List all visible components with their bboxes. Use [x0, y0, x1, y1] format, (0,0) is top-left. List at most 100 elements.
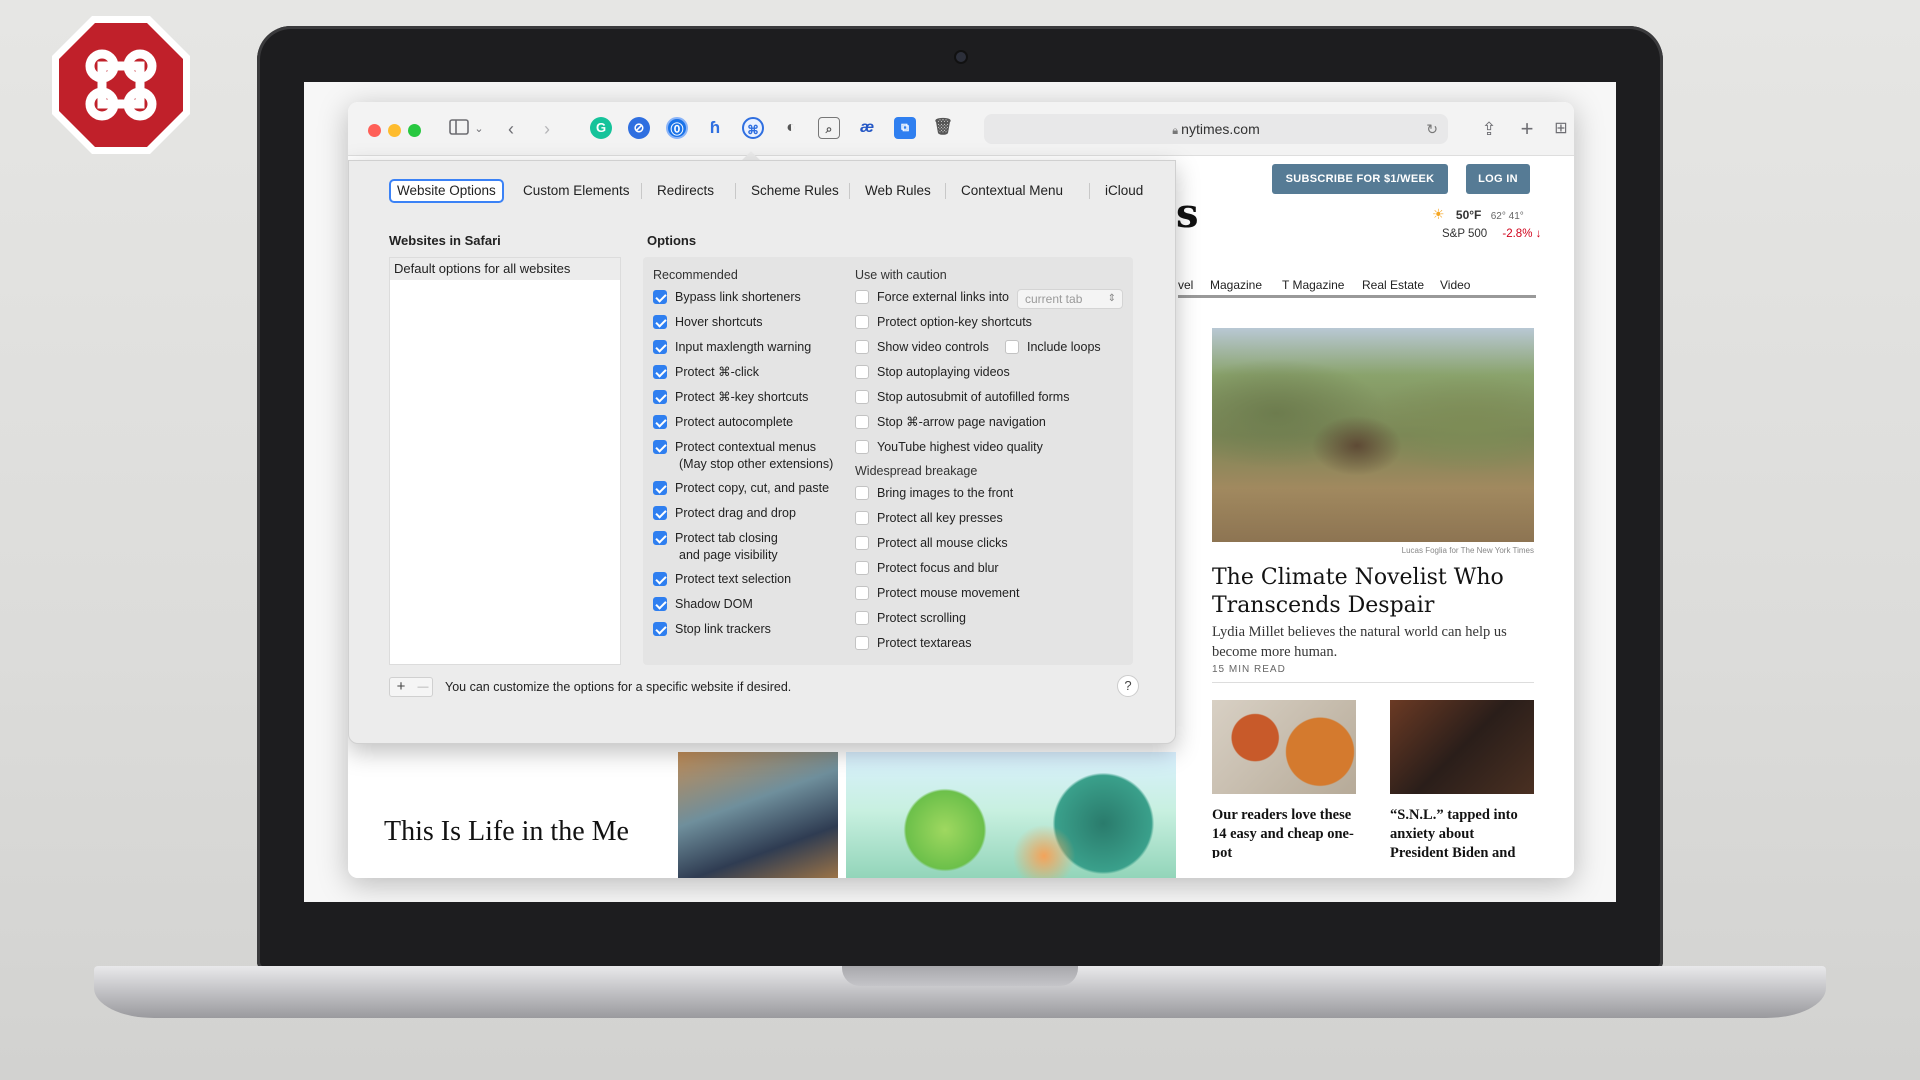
tab-website-options[interactable]: Website Options: [389, 179, 504, 203]
caution-2-checkbox[interactable]: [855, 340, 869, 354]
article-photo[interactable]: [1212, 328, 1534, 542]
forward-icon[interactable]: ›: [534, 116, 560, 142]
snl-thumbnail[interactable]: [1390, 700, 1534, 794]
caution-0-checkbox[interactable]: [855, 290, 869, 304]
recommended-3-checkbox[interactable]: [653, 365, 667, 379]
recommended-0-checkbox[interactable]: [653, 290, 667, 304]
tab-web-rules[interactable]: Web Rules: [859, 179, 937, 203]
caution-4-label[interactable]: Stop autosubmit of autofilled forms: [877, 389, 1069, 406]
recommended-10-label[interactable]: Protect text selection: [675, 571, 791, 588]
chevron-down-icon[interactable]: ⌄: [466, 116, 492, 142]
trash-icon[interactable]: 🗑: [932, 117, 954, 139]
recommended-7-checkbox[interactable]: [653, 481, 667, 495]
recommended-0-label[interactable]: Bypass link shorteners: [675, 289, 801, 306]
breakage-5-checkbox[interactable]: [855, 611, 869, 625]
login-button[interactable]: LOG IN: [1466, 164, 1530, 194]
breakage-0-checkbox[interactable]: [855, 486, 869, 500]
caution-0-label[interactable]: Force external links into: [877, 289, 1009, 306]
caution-5-label[interactable]: Stop ⌘-arrow page navigation: [877, 414, 1046, 431]
recommended-12-checkbox[interactable]: [653, 622, 667, 636]
search-icon[interactable]: ⌕: [818, 117, 840, 139]
recommended-9-label[interactable]: Protect tab closing and page visibility: [675, 530, 778, 564]
nav-video[interactable]: Video: [1440, 278, 1470, 292]
website-list[interactable]: Default options for all websites: [389, 257, 621, 665]
share-icon[interactable]: ⇪: [1476, 116, 1502, 142]
illustration-image[interactable]: [846, 752, 1176, 878]
remove-website-button[interactable]: —: [412, 678, 434, 696]
onepassword-icon[interactable]: ⓪: [666, 117, 688, 139]
caution-6-checkbox[interactable]: [855, 440, 869, 454]
close-window-button[interactable]: [368, 124, 381, 137]
recommended-1-label[interactable]: Hover shortcuts: [675, 314, 763, 331]
breakage-4-checkbox[interactable]: [855, 586, 869, 600]
recommended-1-checkbox[interactable]: [653, 315, 667, 329]
recommended-3-label[interactable]: Protect ⌘-click: [675, 364, 759, 381]
grammarly-icon[interactable]: G: [590, 117, 612, 139]
breakage-2-checkbox[interactable]: [855, 536, 869, 550]
recommended-2-label[interactable]: Input maxlength warning: [675, 339, 811, 356]
recommended-5-checkbox[interactable]: [653, 415, 667, 429]
card-two-caption[interactable]: “S.N.L.” tapped into anxiety about Presi…: [1390, 806, 1534, 858]
caution-3-checkbox[interactable]: [855, 365, 869, 379]
recommended-11-checkbox[interactable]: [653, 597, 667, 611]
soup-thumbnail[interactable]: [1212, 700, 1356, 794]
nav-t-magazine[interactable]: T Magazine: [1282, 278, 1344, 292]
stopthemadness-icon[interactable]: ⌘: [742, 117, 764, 139]
vr-image[interactable]: [678, 752, 838, 878]
recommended-4-checkbox[interactable]: [653, 390, 667, 404]
subscribe-button[interactable]: SUBSCRIBE FOR $1/WEEK: [1272, 164, 1448, 194]
keyboard-shortcut-icon[interactable]: ɦ: [704, 117, 726, 139]
recommended-10-checkbox[interactable]: [653, 572, 667, 586]
breakage-2-label[interactable]: Protect all mouse clicks: [877, 535, 1008, 552]
tab-icloud[interactable]: iCloud: [1099, 179, 1149, 203]
article-headline[interactable]: The Climate Novelist Who Transcends Desp…: [1212, 564, 1534, 620]
translate-icon[interactable]: ⧉: [894, 117, 916, 139]
recommended-7-label[interactable]: Protect copy, cut, and paste: [675, 480, 829, 497]
breakage-3-label[interactable]: Protect focus and blur: [877, 560, 999, 577]
include-loops-checkbox[interactable]: [1005, 340, 1019, 354]
nav-real-estate[interactable]: Real Estate: [1362, 278, 1424, 292]
bottom-headline[interactable]: This Is Life in the Me: [384, 816, 629, 850]
zoom-window-button[interactable]: [408, 124, 421, 137]
breakage-1-checkbox[interactable]: [855, 511, 869, 525]
ae-icon[interactable]: æ: [856, 117, 878, 139]
recommended-8-label[interactable]: Protect drag and drop: [675, 505, 796, 522]
caution-1-checkbox[interactable]: [855, 315, 869, 329]
breakage-4-label[interactable]: Protect mouse movement: [877, 585, 1019, 602]
external-links-select[interactable]: current tab ⇕: [1017, 289, 1123, 309]
recommended-8-checkbox[interactable]: [653, 506, 667, 520]
reload-icon[interactable]: ↻: [1426, 114, 1438, 144]
website-row-default[interactable]: Default options for all websites: [390, 258, 620, 280]
recommended-9-checkbox[interactable]: [653, 531, 667, 545]
tab-scheme-rules[interactable]: Scheme Rules: [745, 179, 845, 203]
caution-1-label[interactable]: Protect option-key shortcuts: [877, 314, 1032, 331]
tab-overview-icon[interactable]: ⊞: [1548, 116, 1574, 142]
recommended-6-checkbox[interactable]: [653, 440, 667, 454]
recommended-11-label[interactable]: Shadow DOM: [675, 596, 753, 613]
tab-redirects[interactable]: Redirects: [651, 179, 720, 203]
recommended-5-label[interactable]: Protect autocomplete: [675, 414, 793, 431]
shield-icon[interactable]: ◐: [780, 117, 802, 139]
nav-travel[interactable]: vel: [1178, 278, 1193, 292]
nav-magazine[interactable]: Magazine: [1210, 278, 1262, 292]
recommended-12-label[interactable]: Stop link trackers: [675, 621, 771, 638]
add-website-button[interactable]: +: [390, 678, 412, 696]
caution-6-label[interactable]: YouTube highest video quality: [877, 439, 1043, 456]
caution-4-checkbox[interactable]: [855, 390, 869, 404]
address-bar[interactable]: 🔒︎ nytimes.com ↻: [984, 114, 1448, 144]
tab-custom-elements[interactable]: Custom Elements: [517, 179, 636, 203]
caution-3-label[interactable]: Stop autoplaying videos: [877, 364, 1010, 381]
caution-5-checkbox[interactable]: [855, 415, 869, 429]
back-icon[interactable]: ‹: [498, 116, 524, 142]
help-button[interactable]: ?: [1117, 675, 1139, 697]
breakage-1-label[interactable]: Protect all key presses: [877, 510, 1003, 527]
recommended-6-label[interactable]: Protect contextual menus (May stop other …: [675, 439, 833, 473]
minimize-window-button[interactable]: [388, 124, 401, 137]
recommended-4-label[interactable]: Protect ⌘-key shortcuts: [675, 389, 808, 406]
breakage-5-label[interactable]: Protect scrolling: [877, 610, 966, 627]
new-tab-icon[interactable]: +: [1514, 116, 1540, 142]
breakage-3-checkbox[interactable]: [855, 561, 869, 575]
recommended-2-checkbox[interactable]: [653, 340, 667, 354]
include-loops-label[interactable]: Include loops: [1027, 339, 1101, 356]
tab-contextual-menu[interactable]: Contextual Menu: [955, 179, 1069, 203]
